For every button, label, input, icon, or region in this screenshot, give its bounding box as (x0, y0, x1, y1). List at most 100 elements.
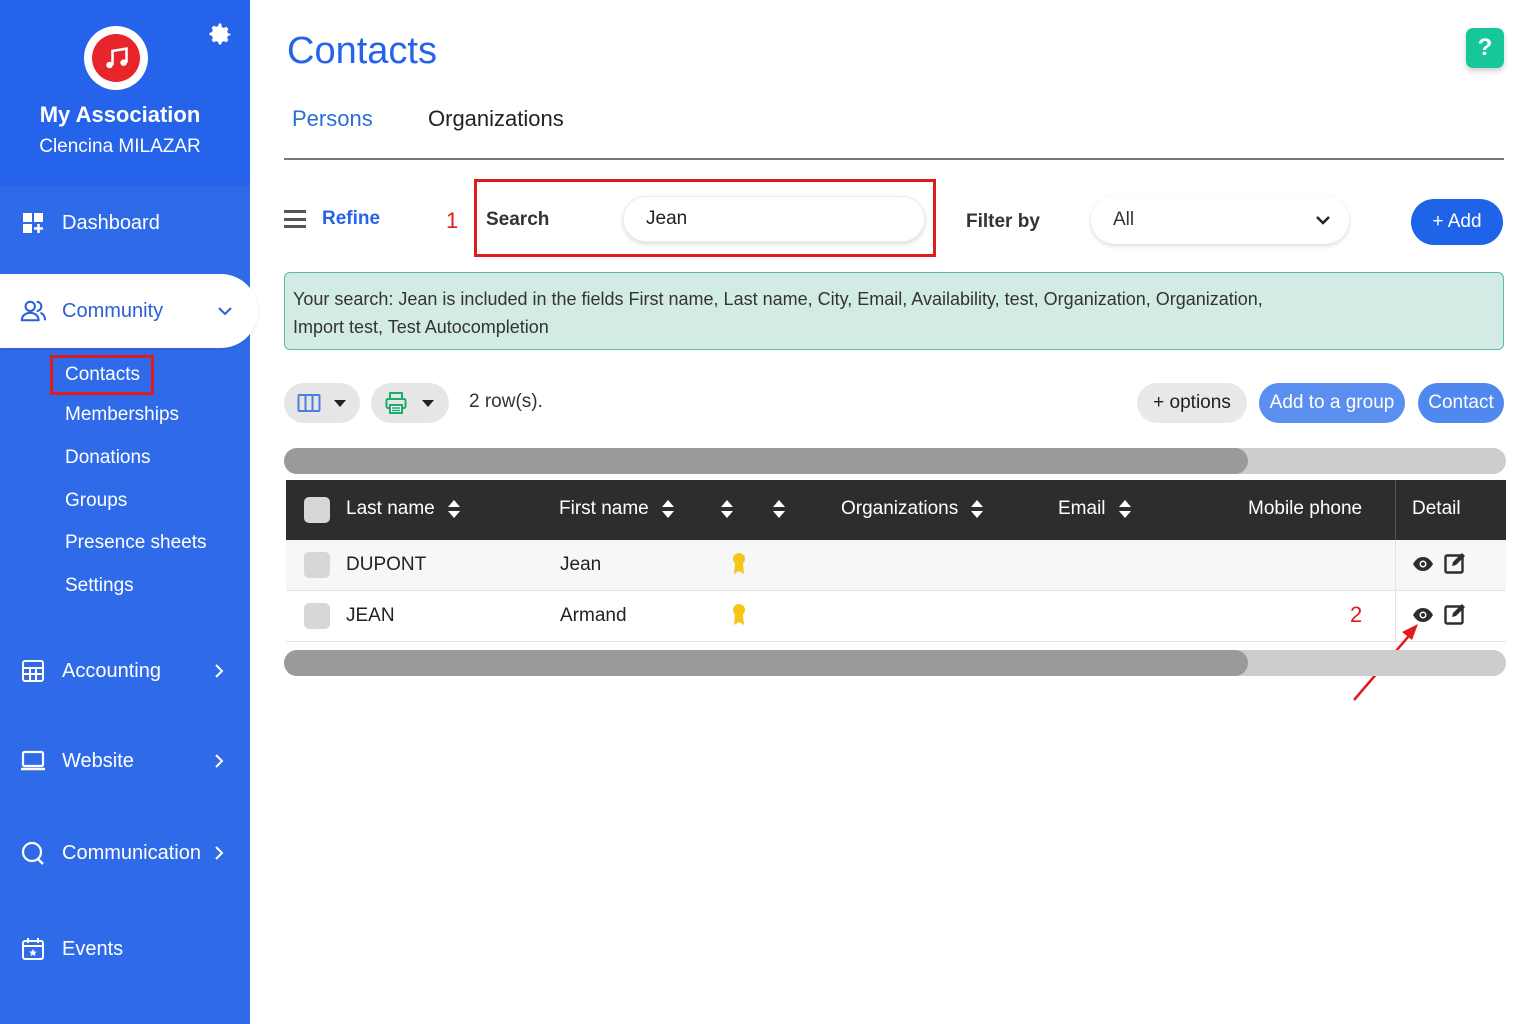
nav-events-label: Events (62, 937, 124, 960)
search-info-box: Your search: Jean is included in the fie… (284, 272, 1504, 350)
table-header: Last name First name Organizations Email (286, 480, 1506, 540)
sub-item-presence-sheets[interactable]: Presence sheets (65, 532, 207, 554)
nav-dashboard[interactable]: Dashboard (0, 200, 250, 246)
header-first-name-label: First name (559, 498, 649, 519)
cell-first-name: Jean (560, 554, 602, 575)
dashboard-icon (20, 210, 46, 236)
sub-item-settings[interactable]: Settings (65, 575, 134, 597)
columns-dropdown-button[interactable] (284, 383, 360, 423)
page-title: Contacts (287, 30, 437, 72)
nav-accounting[interactable]: Accounting (0, 648, 250, 694)
row-checkbox[interactable] (304, 603, 330, 629)
nav-dashboard-label: Dashboard (62, 211, 160, 234)
header-last-name[interactable]: Last name (346, 498, 461, 520)
header-mobile-phone[interactable]: Mobile phone (1248, 498, 1362, 520)
tab-divider (284, 158, 1504, 160)
chevron-right-icon (215, 754, 224, 768)
add-button[interactable]: + Add (1411, 199, 1503, 245)
chevron-right-icon (215, 846, 224, 860)
sub-item-donations[interactable]: Donations (65, 447, 151, 469)
header-organizations[interactable]: Organizations (841, 498, 984, 520)
printer-icon (385, 392, 407, 414)
nav-website-label: Website (62, 749, 134, 772)
medal-icon (733, 553, 745, 574)
add-to-group-button[interactable]: Add to a group (1259, 383, 1405, 423)
caret-down-icon (422, 400, 434, 407)
annotation-number-1: 1 (446, 208, 459, 233)
table-row[interactable]: DUPONT Jean (286, 540, 1506, 591)
sub-item-contacts[interactable]: Contacts (65, 364, 140, 386)
row-count: 2 row(s). (469, 391, 543, 412)
header-unnamed-1[interactable] (720, 498, 734, 520)
search-input[interactable] (623, 196, 925, 242)
medal-icon (733, 604, 745, 625)
header-email[interactable]: Email (1058, 498, 1132, 520)
sort-icon (721, 500, 733, 518)
users-icon (20, 298, 46, 324)
cell-first-name: Armand (560, 605, 627, 626)
search-info-line-1: Your search: Jean is included in the fie… (293, 289, 1263, 309)
scrollbar-thumb[interactable] (284, 650, 1248, 676)
refine-label: Refine (322, 208, 381, 229)
hamburger-icon (284, 210, 306, 228)
tab-organizations[interactable]: Organizations (428, 106, 564, 132)
cell-last-name: JEAN (346, 605, 395, 626)
nav-communication-label: Communication (62, 841, 201, 864)
eye-icon[interactable] (1412, 556, 1434, 572)
sort-icon (661, 500, 674, 518)
sidebar: My Association Clencina MILAZAR Dashboar… (0, 0, 258, 1024)
table-row[interactable]: JEAN Armand (286, 591, 1506, 642)
nav-website[interactable]: Website (0, 738, 250, 784)
sub-item-groups[interactable]: Groups (65, 490, 127, 512)
user-name: Clencina MILAZAR (39, 136, 201, 157)
calculator-icon (20, 658, 46, 684)
cell-last-name: DUPONT (346, 554, 427, 575)
columns-icon (297, 394, 321, 412)
filter-select[interactable]: All (1091, 196, 1349, 244)
header-first-name[interactable]: First name (559, 498, 675, 520)
tab-persons[interactable]: Persons (292, 106, 373, 132)
music-note-icon (92, 34, 140, 82)
sort-icon (447, 500, 460, 518)
nav-events[interactable]: Events (0, 926, 250, 972)
header-organizations-label: Organizations (841, 498, 959, 519)
select-all-checkbox[interactable] (304, 497, 330, 523)
association-name: My Association (39, 102, 201, 127)
contact-button[interactable]: Contact (1418, 383, 1504, 423)
eye-icon[interactable] (1412, 607, 1434, 623)
horizontal-scrollbar-top[interactable] (284, 448, 1506, 474)
search-label: Search (486, 209, 550, 230)
sidebar-header: My Association Clencina MILAZAR (0, 0, 250, 186)
refine-button[interactable]: Refine (284, 208, 380, 230)
edit-icon[interactable] (1444, 552, 1466, 574)
nav-accounting-label: Accounting (62, 659, 161, 682)
nav-community-label: Community (62, 299, 164, 322)
horizontal-scrollbar-bottom[interactable] (284, 650, 1506, 676)
row-divider (1395, 540, 1396, 591)
help-button[interactable]: ? (1466, 28, 1504, 68)
nav-community[interactable]: Community (0, 274, 258, 348)
sort-icon (773, 500, 785, 518)
nav-communication[interactable]: Communication (0, 830, 250, 876)
chevron-right-icon (215, 664, 224, 678)
contacts-table: Last name First name Organizations Email (286, 480, 1506, 642)
header-unnamed-2[interactable] (772, 498, 786, 520)
sub-item-memberships[interactable]: Memberships (65, 404, 179, 426)
association-logo[interactable] (84, 26, 148, 90)
main-content: Contacts ? Persons Organizations Refine … (250, 0, 1536, 1024)
sort-icon (1118, 500, 1131, 518)
gear-icon[interactable] (206, 20, 234, 48)
chevron-down-icon (1316, 216, 1330, 225)
row-checkbox[interactable] (304, 552, 330, 578)
search-info-line-2: Import test, Test Autocompletion (293, 317, 549, 337)
caret-down-icon (334, 400, 346, 407)
filter-value: All (1113, 209, 1135, 230)
edit-icon[interactable] (1444, 603, 1466, 625)
options-button[interactable]: + options (1137, 383, 1247, 423)
chevron-down-icon (218, 307, 232, 316)
filter-label: Filter by (966, 211, 1040, 232)
sort-icon (971, 500, 984, 518)
calendar-icon (20, 936, 46, 962)
scrollbar-thumb[interactable] (284, 448, 1248, 474)
print-dropdown-button[interactable] (371, 383, 449, 423)
